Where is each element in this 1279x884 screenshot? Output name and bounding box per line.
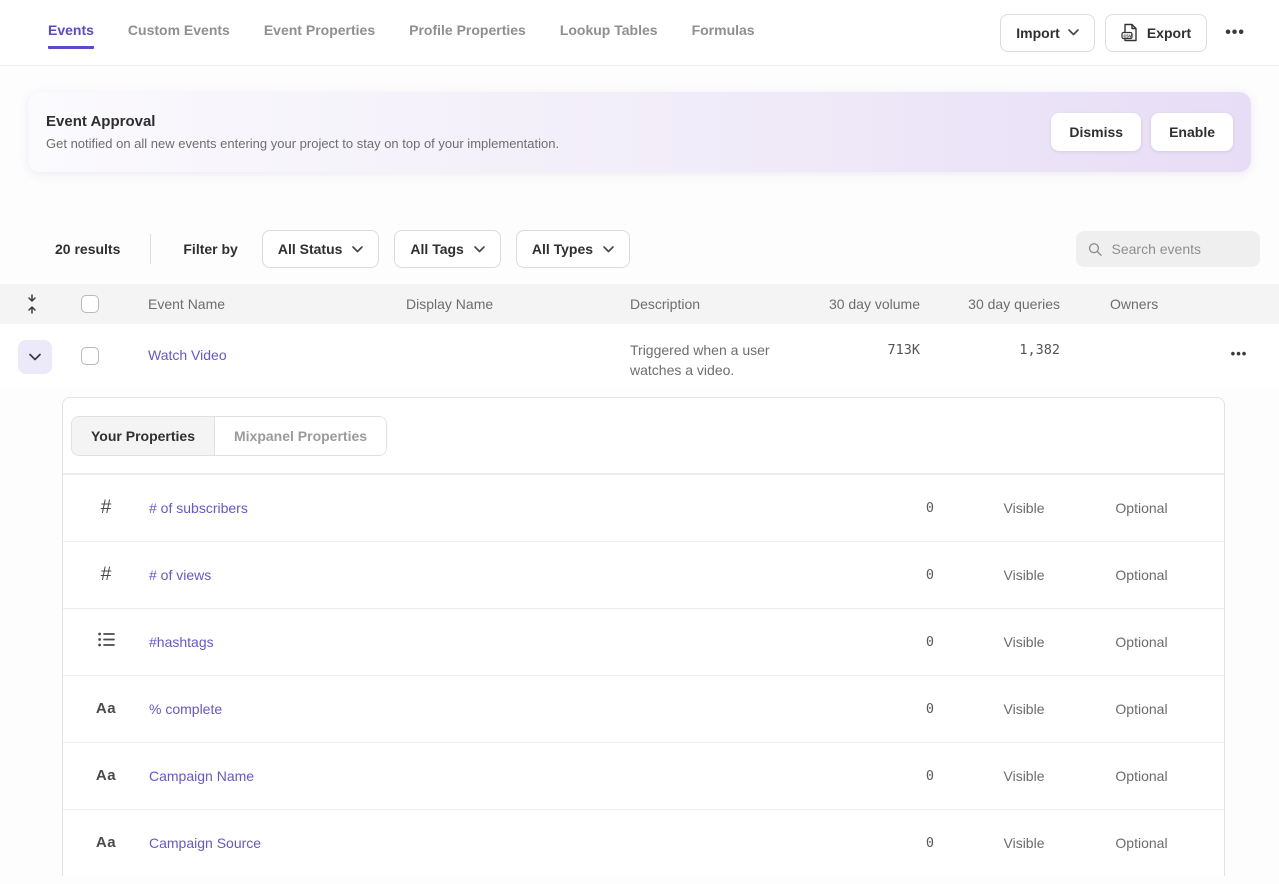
list-icon <box>98 632 115 647</box>
event-properties-panel: Your Properties Mixpanel Properties # # … <box>62 397 1225 876</box>
chevron-down-icon <box>474 246 485 253</box>
chevron-down-icon <box>352 246 363 253</box>
search-icon <box>1088 241 1103 258</box>
results-count: 20 results <box>55 241 120 257</box>
property-status: Optional <box>1084 768 1199 784</box>
col-queries[interactable]: 30 day queries <box>920 296 1060 312</box>
property-visibility: Visible <box>964 768 1084 784</box>
text-icon: Aa <box>96 834 116 851</box>
property-name-link[interactable]: Campaign Source <box>149 835 884 851</box>
property-visibility: Visible <box>964 634 1084 650</box>
event-volume: 713K <box>820 338 920 358</box>
nav-tab-formulas[interactable]: Formulas <box>692 16 755 49</box>
import-button-label: Import <box>1016 25 1060 41</box>
search-events-input[interactable] <box>1112 241 1249 257</box>
text-icon: Aa <box>96 767 116 784</box>
property-name-link[interactable]: # of subscribers <box>149 500 884 516</box>
property-row: #hashtags 0 Visible Optional <box>63 608 1224 675</box>
property-name-link[interactable]: #hashtags <box>149 634 884 650</box>
import-button[interactable]: Import <box>1000 14 1095 52</box>
chevron-down-icon <box>603 246 614 253</box>
filter-by-label: Filter by <box>183 241 237 257</box>
nav-tab-event-properties[interactable]: Event Properties <box>264 16 375 49</box>
number-icon: # <box>101 564 112 585</box>
more-menu-icon[interactable]: ••• <box>1217 18 1253 48</box>
events-table-header: Event Name Display Name Description 30 d… <box>0 284 1279 324</box>
search-events-box[interactable] <box>1076 231 1260 267</box>
nav-tab-lookup-tables[interactable]: Lookup Tables <box>560 16 658 49</box>
property-status: Optional <box>1084 701 1199 717</box>
event-approval-banner: Event Approval Get notified on all new e… <box>28 92 1251 172</box>
col-description[interactable]: Description <box>630 296 820 312</box>
enable-button[interactable]: Enable <box>1151 113 1233 151</box>
property-visibility: Visible <box>964 701 1084 717</box>
property-status: Optional <box>1084 500 1199 516</box>
property-name-link[interactable]: Campaign Name <box>149 768 884 784</box>
property-status: Optional <box>1084 567 1199 583</box>
status-filter-label: All Status <box>278 241 343 257</box>
property-queries: 0 <box>884 768 964 784</box>
col-owners[interactable]: Owners <box>1060 296 1199 312</box>
dismiss-button[interactable]: Dismiss <box>1051 113 1141 151</box>
export-button[interactable]: csv Export <box>1105 14 1207 52</box>
top-nav: Events Custom Events Event Properties Pr… <box>0 0 1279 66</box>
col-event-name[interactable]: Event Name <box>148 296 406 312</box>
col-display-name[interactable]: Display Name <box>406 296 630 312</box>
property-row: # # of subscribers 0 Visible Optional <box>63 474 1224 541</box>
collapse-all-icon[interactable] <box>25 294 39 314</box>
tags-filter-label: All Tags <box>410 241 463 257</box>
row-more-menu-icon[interactable]: ••• <box>1223 340 1256 367</box>
banner-description: Get notified on all new events entering … <box>46 136 1051 151</box>
event-description: Triggered when a user watches a video. <box>630 338 820 381</box>
svg-text:csv: csv <box>1123 33 1132 39</box>
collapse-row-button[interactable] <box>18 340 52 374</box>
banner-title: Event Approval <box>46 113 1051 130</box>
nav-tab-profile-properties[interactable]: Profile Properties <box>409 16 526 49</box>
types-filter-label: All Types <box>532 241 593 257</box>
property-status: Optional <box>1084 634 1199 650</box>
nav-actions: Import csv Export ••• <box>1000 14 1253 52</box>
property-row: # # of views 0 Visible Optional <box>63 541 1224 608</box>
properties-tabbar: Your Properties Mixpanel Properties <box>63 398 1224 474</box>
chevron-down-icon <box>1068 29 1079 36</box>
property-queries: 0 <box>884 835 964 851</box>
text-icon: Aa <box>96 700 116 717</box>
tab-your-properties[interactable]: Your Properties <box>72 417 214 455</box>
property-visibility: Visible <box>964 567 1084 583</box>
tags-filter-dropdown[interactable]: All Tags <box>394 230 500 268</box>
properties-tab-group: Your Properties Mixpanel Properties <box>71 416 387 456</box>
property-queries: 0 <box>884 500 964 516</box>
export-button-label: Export <box>1147 25 1191 41</box>
property-name-link[interactable]: # of views <box>149 567 884 583</box>
nav-tab-list: Events Custom Events Event Properties Pr… <box>48 16 1000 49</box>
event-queries: 1,382 <box>920 338 1060 358</box>
types-filter-dropdown[interactable]: All Types <box>516 230 630 268</box>
property-row: Aa Campaign Name 0 Visible Optional <box>63 742 1224 809</box>
chevron-down-icon <box>29 353 41 361</box>
property-queries: 0 <box>884 634 964 650</box>
property-visibility: Visible <box>964 835 1084 851</box>
property-row: Aa Campaign Source 0 Visible Optional <box>63 809 1224 876</box>
property-queries: 0 <box>884 701 964 717</box>
tab-mixpanel-properties[interactable]: Mixpanel Properties <box>214 417 386 455</box>
nav-tab-custom-events[interactable]: Custom Events <box>128 16 230 49</box>
property-status: Optional <box>1084 835 1199 851</box>
nav-tab-events[interactable]: Events <box>48 16 94 49</box>
divider <box>150 234 151 264</box>
row-checkbox[interactable] <box>81 347 99 365</box>
event-row-watch-video: Watch Video Triggered when a user watche… <box>0 324 1279 387</box>
event-name-link[interactable]: Watch Video <box>148 338 406 363</box>
number-icon: # <box>101 497 112 518</box>
status-filter-dropdown[interactable]: All Status <box>262 230 380 268</box>
property-visibility: Visible <box>964 500 1084 516</box>
csv-file-icon: csv <box>1121 23 1139 42</box>
property-name-link[interactable]: % complete <box>149 701 884 717</box>
col-volume[interactable]: 30 day volume <box>820 296 920 312</box>
select-all-checkbox[interactable] <box>81 295 99 313</box>
property-row: Aa % complete 0 Visible Optional <box>63 675 1224 742</box>
filter-bar: 20 results Filter by All Status All Tags… <box>55 230 1260 268</box>
property-queries: 0 <box>884 567 964 583</box>
